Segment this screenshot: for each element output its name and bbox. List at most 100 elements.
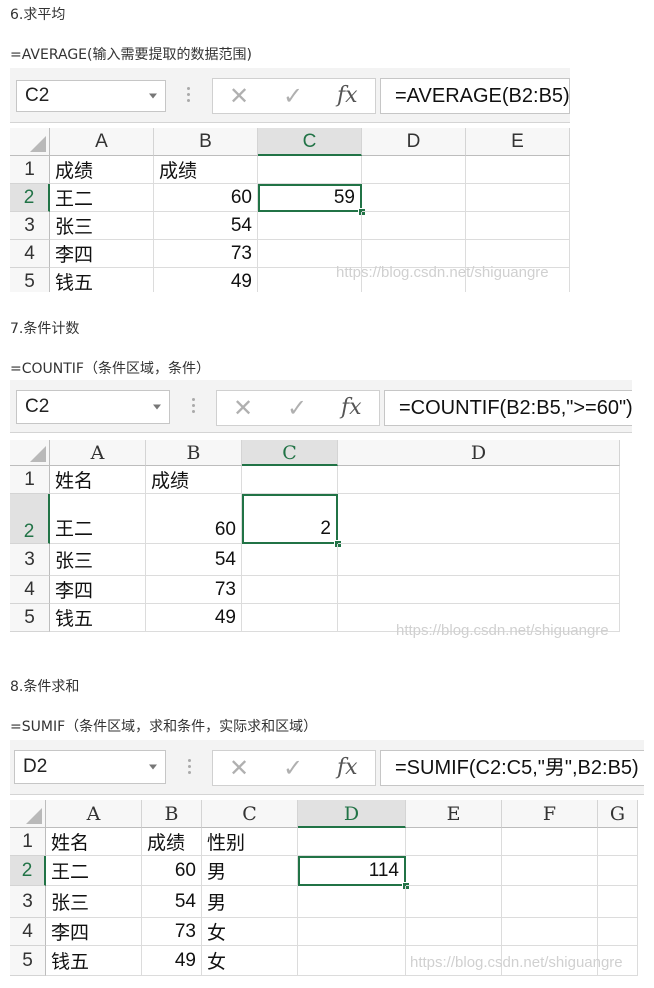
confirm-check-icon[interactable]: ✓ [287, 396, 307, 420]
select-all-corner[interactable] [10, 800, 46, 828]
cell-a4[interactable]: 李四 [46, 918, 142, 946]
cell-c4[interactable]: 女 [202, 918, 298, 946]
column-header-e[interactable]: E [406, 800, 502, 828]
cell-c2[interactable]: 2 [242, 494, 338, 544]
column-header-b[interactable]: B [146, 440, 242, 466]
cell-b4[interactable]: 73 [154, 240, 258, 268]
chevron-down-icon[interactable] [153, 404, 161, 410]
name-box[interactable]: D2 [14, 750, 166, 784]
cell-f1[interactable] [502, 828, 598, 856]
resize-grip-icon[interactable] [187, 87, 191, 105]
cell-a1[interactable]: 姓名 [50, 466, 146, 494]
cell-d3[interactable] [338, 544, 620, 576]
cell-c3[interactable] [242, 544, 338, 576]
column-header-e[interactable]: E [466, 128, 570, 156]
row-header-4[interactable]: 4 [10, 918, 46, 946]
cell-f2[interactable] [502, 856, 598, 886]
fx-icon[interactable]: fx [341, 397, 362, 419]
cell-a2[interactable]: 王二 [50, 494, 146, 544]
cell-b5[interactable]: 49 [142, 946, 202, 976]
cell-b4[interactable]: 73 [142, 918, 202, 946]
cell-e4[interactable] [406, 918, 502, 946]
cell-f4[interactable] [502, 918, 598, 946]
cell-d4[interactable] [298, 918, 406, 946]
cell-b4[interactable]: 73 [146, 576, 242, 604]
cell-b1[interactable]: 成绩 [142, 828, 202, 856]
column-header-b[interactable]: B [142, 800, 202, 828]
cell-b3[interactable]: 54 [142, 886, 202, 918]
row-header-5[interactable]: 5 [10, 268, 50, 292]
cell-a1[interactable]: 成绩 [50, 156, 154, 184]
cell-d1[interactable] [362, 156, 466, 184]
cell-a5[interactable]: 钱五 [50, 604, 146, 632]
fx-icon[interactable]: fx [337, 757, 358, 779]
cell-e1[interactable] [466, 156, 570, 184]
cancel-x-icon[interactable]: ✕ [233, 396, 253, 420]
column-header-c[interactable]: C [242, 440, 338, 466]
formula-input[interactable]: =SUMIF(C2:C5,"男",B2:B5) [380, 750, 644, 786]
column-header-a[interactable]: A [46, 800, 142, 828]
cell-d3[interactable] [298, 886, 406, 918]
column-header-a[interactable]: A [50, 440, 146, 466]
cell-b2[interactable]: 60 [142, 856, 202, 886]
cell-a5[interactable]: 钱五 [46, 946, 142, 976]
cell-c1[interactable] [258, 156, 362, 184]
cell-g4[interactable] [598, 918, 638, 946]
cell-b1[interactable]: 成绩 [154, 156, 258, 184]
name-box[interactable]: C2 [16, 390, 170, 424]
cell-a3[interactable]: 张三 [46, 886, 142, 918]
chevron-down-icon[interactable] [149, 93, 157, 99]
cell-a1[interactable]: 姓名 [46, 828, 142, 856]
row-header-5[interactable]: 5 [10, 604, 50, 632]
cell-d2[interactable] [338, 494, 620, 544]
column-header-f[interactable]: F [502, 800, 598, 828]
cell-b3[interactable]: 54 [146, 544, 242, 576]
cell-c3[interactable] [258, 212, 362, 240]
column-header-b[interactable]: B [154, 128, 258, 156]
row-header-4[interactable]: 4 [10, 576, 50, 604]
cell-c2[interactable]: 59 [258, 184, 362, 212]
resize-grip-icon[interactable] [192, 398, 196, 416]
cell-a2[interactable]: 王二 [46, 856, 142, 886]
select-all-corner[interactable] [10, 440, 50, 466]
cell-g2[interactable] [598, 856, 638, 886]
cell-b1[interactable]: 成绩 [146, 466, 242, 494]
row-header-1[interactable]: 1 [10, 466, 50, 494]
cell-g1[interactable] [598, 828, 638, 856]
column-header-c[interactable]: C [202, 800, 298, 828]
cell-b2[interactable]: 60 [154, 184, 258, 212]
row-header-2[interactable]: 2 [10, 494, 50, 544]
cell-e1[interactable] [406, 828, 502, 856]
column-header-d[interactable]: D [362, 128, 466, 156]
cell-f3[interactable] [502, 886, 598, 918]
column-header-d[interactable]: D [298, 800, 406, 828]
cell-a4[interactable]: 李四 [50, 576, 146, 604]
fx-icon[interactable]: fx [337, 85, 358, 107]
chevron-down-icon[interactable] [149, 764, 157, 770]
column-header-d[interactable]: D [338, 440, 620, 466]
row-header-3[interactable]: 3 [10, 212, 50, 240]
cell-a3[interactable]: 张三 [50, 544, 146, 576]
cell-b5[interactable]: 49 [146, 604, 242, 632]
row-header-2[interactable]: 2 [10, 856, 46, 886]
cell-b5[interactable]: 49 [154, 268, 258, 292]
cell-a5[interactable]: 钱五 [50, 268, 154, 292]
cell-c3[interactable]: 男 [202, 886, 298, 918]
row-header-4[interactable]: 4 [10, 240, 50, 268]
cell-d2[interactable]: 114 [298, 856, 406, 886]
cell-d5[interactable] [298, 946, 406, 976]
cell-a2[interactable]: 王二 [50, 184, 154, 212]
row-header-1[interactable]: 1 [10, 156, 50, 184]
cell-c5[interactable]: 女 [202, 946, 298, 976]
formula-input[interactable]: =COUNTIF(B2:B5,">=60") [384, 390, 632, 426]
column-header-c[interactable]: C [258, 128, 362, 156]
cell-d2[interactable] [362, 184, 466, 212]
cancel-x-icon[interactable]: ✕ [229, 756, 249, 780]
resize-grip-icon[interactable] [188, 759, 192, 777]
cell-c4[interactable] [242, 576, 338, 604]
cell-c1[interactable] [242, 466, 338, 494]
cancel-x-icon[interactable]: ✕ [229, 84, 249, 108]
cell-d1[interactable] [298, 828, 406, 856]
cell-b3[interactable]: 54 [154, 212, 258, 240]
row-header-1[interactable]: 1 [10, 828, 46, 856]
